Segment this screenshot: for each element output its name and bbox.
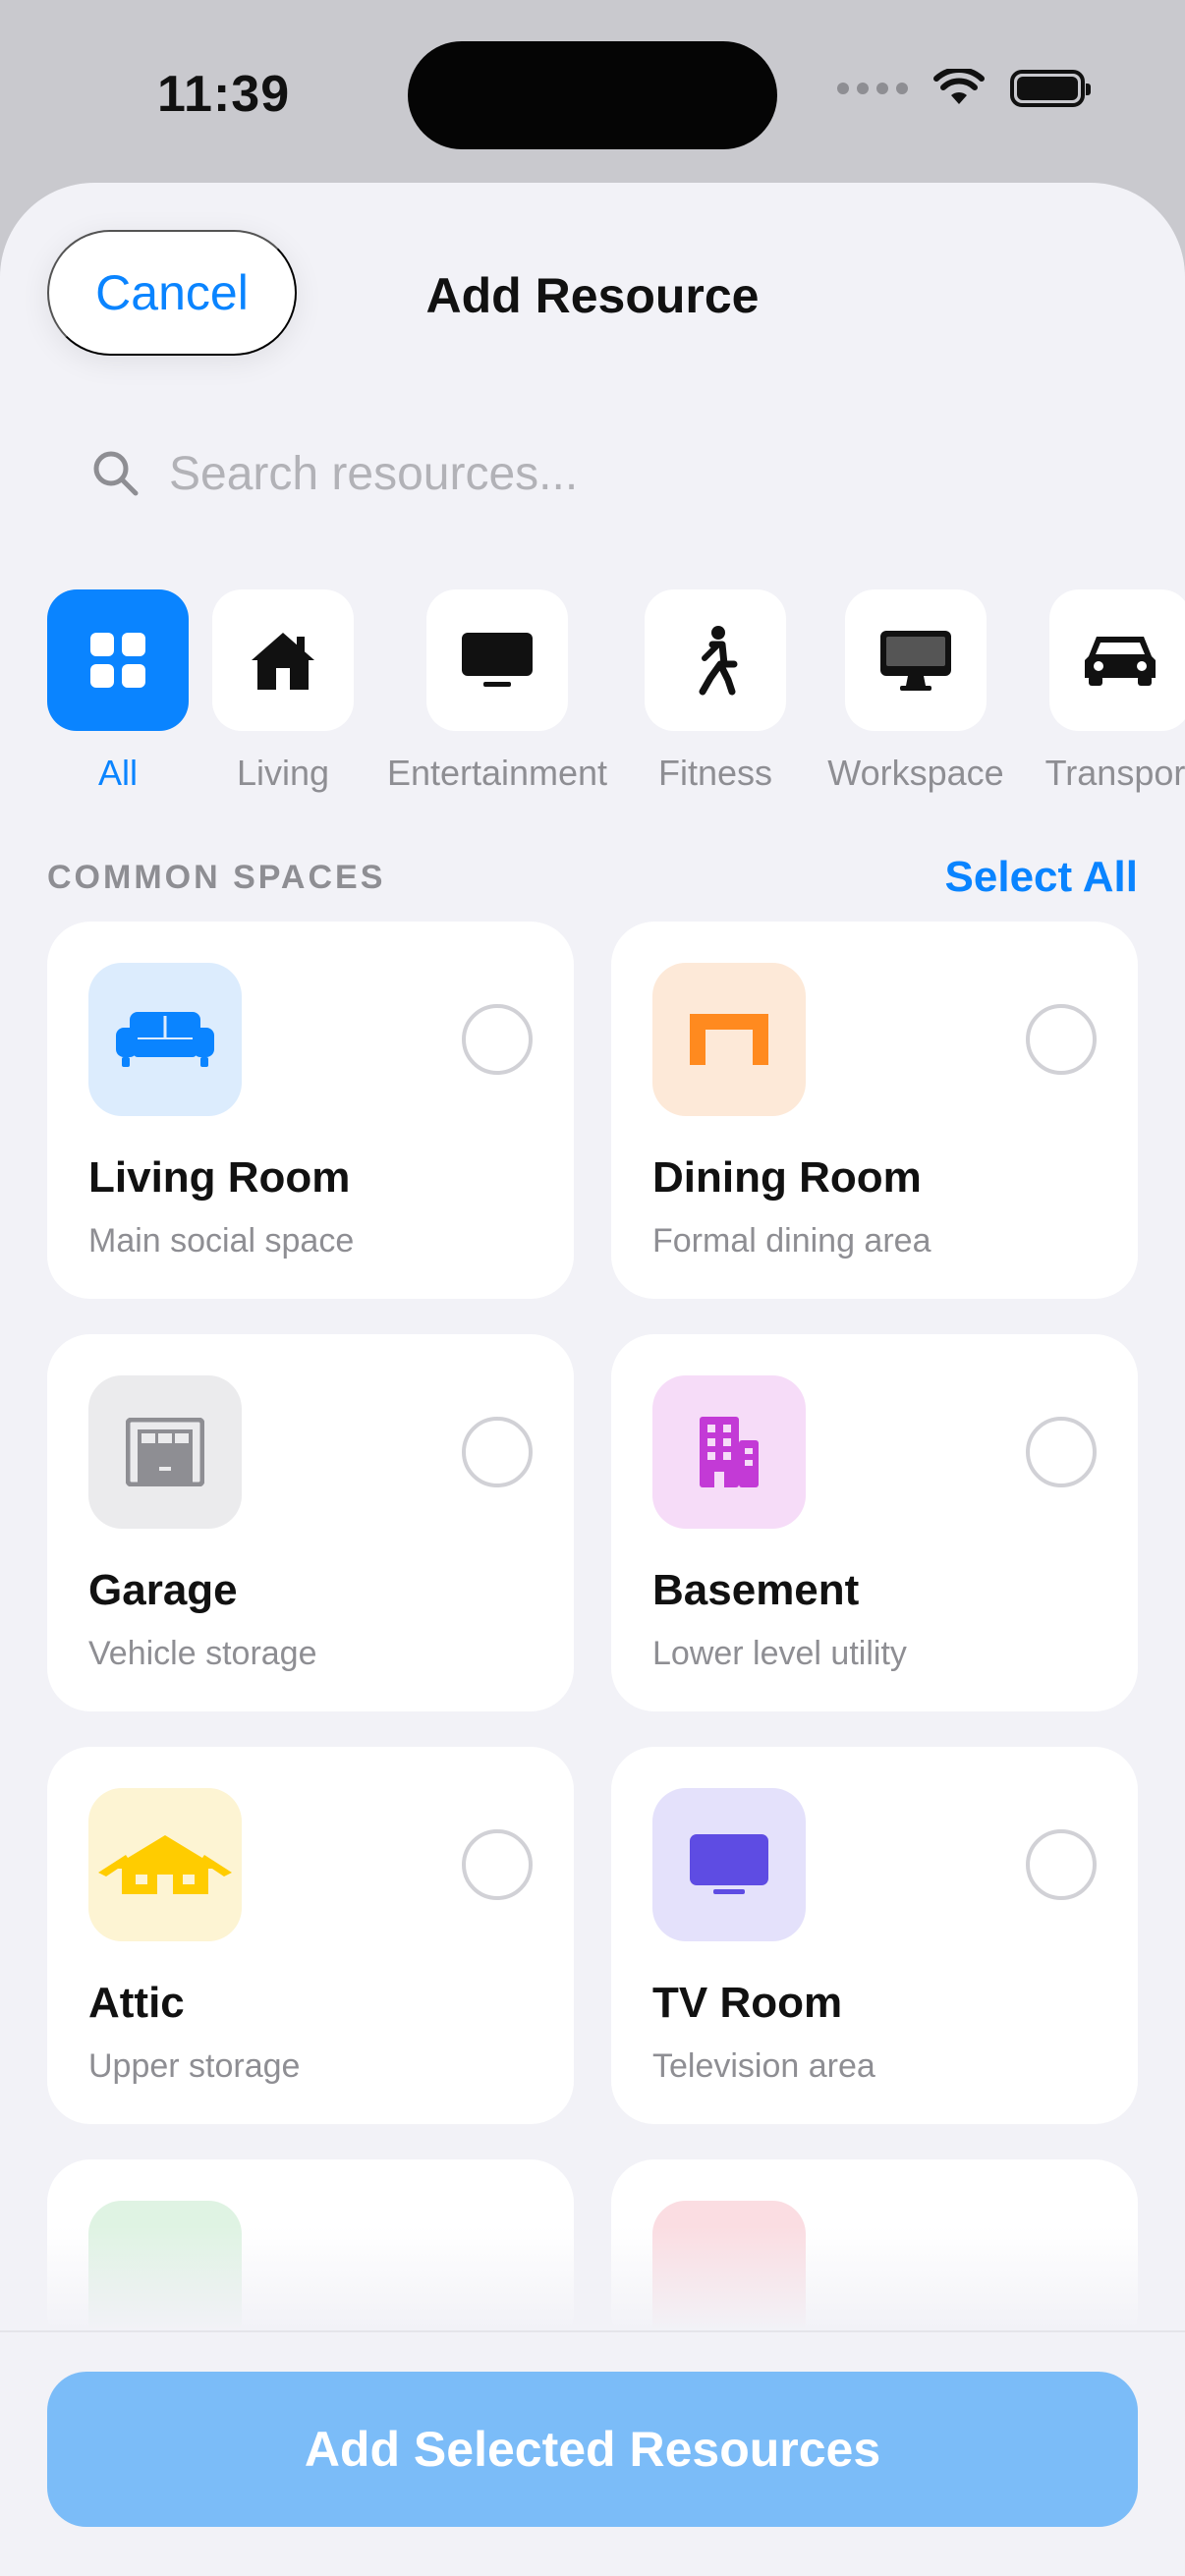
- search-bar[interactable]: [47, 391, 1138, 556]
- wifi-icon: [933, 69, 985, 104]
- grid-icon: [90, 633, 145, 688]
- selection-radio[interactable]: [1026, 1417, 1097, 1487]
- selection-radio[interactable]: [462, 1417, 533, 1487]
- resource-description: Lower level utility: [652, 1635, 907, 1672]
- category-living[interactable]: Living: [212, 589, 354, 794]
- category-tile: [426, 589, 568, 731]
- category-transport[interactable]: Transport: [1022, 589, 1185, 794]
- category-tile: [645, 589, 786, 731]
- resource-card-living-room[interactable]: Living Room Main social space: [47, 922, 574, 1299]
- dynamic-island: [408, 41, 777, 149]
- category-tile: [1049, 589, 1185, 731]
- cellular-signal-icon: [837, 83, 908, 94]
- resource-description: Formal dining area: [652, 1222, 931, 1260]
- search-icon: [93, 451, 139, 496]
- category-all[interactable]: All: [47, 589, 189, 794]
- section-title: COMMON SPACES: [47, 858, 386, 896]
- roof-house-icon: [98, 1835, 232, 1894]
- resource-card-attic[interactable]: Attic Upper storage: [47, 1747, 574, 2124]
- sofa-icon: [116, 1012, 214, 1067]
- add-selected-resources-button[interactable]: Add Selected Resources: [47, 2372, 1138, 2527]
- resource-description: Main social space: [88, 1222, 355, 1260]
- resource-name: Basement: [652, 1566, 860, 1614]
- selection-radio[interactable]: [1026, 1829, 1097, 1900]
- resource-icon-tile: [652, 963, 806, 1116]
- garage-icon: [126, 1418, 204, 1486]
- add-resource-sheet: Cancel Add Resource All: [0, 183, 1185, 2576]
- building-icon: [700, 1417, 759, 1487]
- category-label: Fitness: [657, 753, 773, 793]
- category-label: Living: [236, 753, 330, 793]
- resource-name: Attic: [88, 1979, 185, 2027]
- resource-card-tv-room[interactable]: TV Room Television area: [611, 1747, 1138, 2124]
- category-label: Workspace: [827, 753, 1004, 793]
- tv-icon: [462, 633, 533, 687]
- category-tile: [47, 589, 189, 731]
- resource-name: Dining Room: [652, 1153, 922, 1202]
- status-time: 11:39: [157, 66, 291, 123]
- house-icon: [252, 633, 314, 690]
- resource-icon-tile: [88, 1375, 242, 1529]
- resource-description: Vehicle storage: [88, 1635, 317, 1672]
- resource-name: Living Room: [88, 1153, 351, 1202]
- resource-icon-tile: [652, 1788, 806, 1941]
- sheet-title: Add Resource: [425, 268, 760, 323]
- resource-card-garage[interactable]: Garage Vehicle storage: [47, 1334, 574, 1711]
- select-all-button[interactable]: Select All: [945, 853, 1138, 902]
- table-icon: [690, 1014, 768, 1065]
- scroll-fade: [0, 2226, 1185, 2330]
- status-icons: [837, 69, 1091, 108]
- category-label: Transport: [1044, 753, 1185, 793]
- car-icon: [1085, 637, 1156, 686]
- category-tile: [212, 589, 354, 731]
- desktop-computer-icon: [880, 631, 951, 691]
- resource-description: Television area: [652, 2047, 875, 2085]
- selection-radio[interactable]: [1026, 1004, 1097, 1075]
- resource-icon-tile: [652, 1375, 806, 1529]
- resource-card-basement[interactable]: Basement Lower level utility: [611, 1334, 1138, 1711]
- bottom-action-bar: Add Selected Resources: [0, 2330, 1185, 2576]
- tv-icon: [690, 1834, 768, 1894]
- resource-card-dining-room[interactable]: Dining Room Formal dining area: [611, 922, 1138, 1299]
- category-fitness[interactable]: Fitness: [645, 589, 786, 794]
- category-label: All: [97, 753, 138, 793]
- selection-radio[interactable]: [462, 1004, 533, 1075]
- resource-name: Garage: [88, 1566, 238, 1614]
- resource-description: Upper storage: [88, 2047, 301, 2085]
- category-label: Entertainment: [386, 753, 608, 793]
- resource-icon-tile: [88, 1788, 242, 1941]
- section-header: COMMON SPACES Select All: [47, 853, 1138, 902]
- battery-icon: [1010, 70, 1091, 107]
- category-entertainment[interactable]: Entertainment: [377, 589, 617, 794]
- walking-person-icon: [699, 626, 738, 696]
- selection-radio[interactable]: [462, 1829, 533, 1900]
- category-filter-bar: All Living Entertainment Fitness Workspa…: [47, 589, 1185, 810]
- resource-icon-tile: [88, 963, 242, 1116]
- search-input[interactable]: [169, 446, 1053, 501]
- category-workspace[interactable]: Workspace: [812, 589, 1020, 794]
- resource-name: TV Room: [652, 1979, 843, 2027]
- category-tile: [845, 589, 987, 731]
- status-bar: 11:39: [0, 0, 1185, 187]
